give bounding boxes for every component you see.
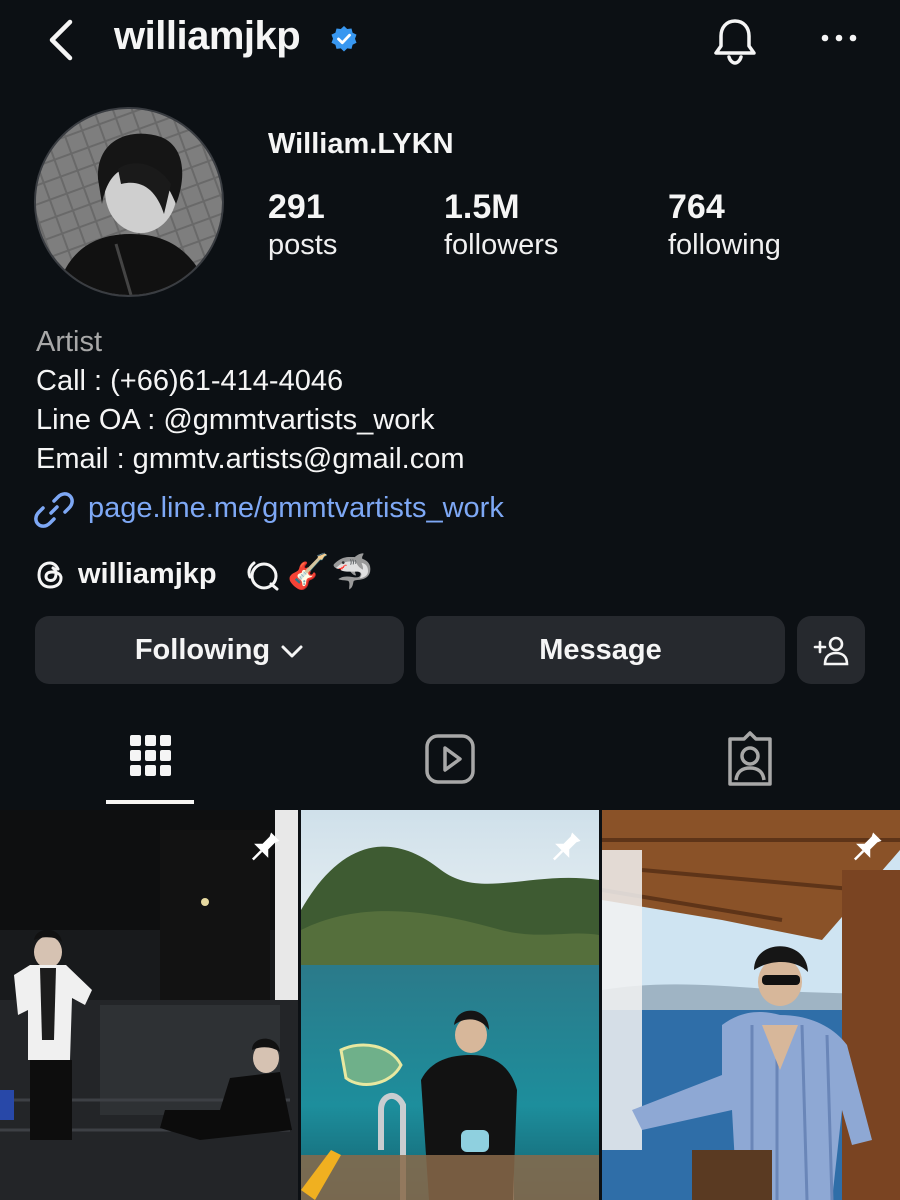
profile-username: williamjkp [114,14,301,58]
following-label: following [668,229,781,261]
active-tab-indicator [106,800,194,804]
avatar-photo [36,109,222,295]
stat-following[interactable]: 764 following [668,188,781,262]
suggest-users-button[interactable] [797,616,865,684]
bio-line: Call : (+66)61-414-4046 [36,365,344,397]
shark-emoji: 🦈 [331,553,374,591]
message-button-label: Message [539,633,662,666]
bio-line: Email : gmmtv.artists@gmail.com [36,443,465,475]
pinned-icon [552,832,581,861]
post-thumbnail[interactable] [0,810,298,1200]
followers-count: 1.5M [444,188,520,226]
chevron-down-icon [281,645,303,658]
threads-badge-icon [247,561,279,591]
message-button[interactable]: Message [416,616,785,684]
back-chevron-icon[interactable] [40,16,84,64]
profile-avatar[interactable] [34,107,224,297]
posts-label: posts [268,229,338,261]
stat-posts[interactable]: 291 posts [268,188,337,262]
bio-category: Artist [36,326,103,358]
following-button[interactable]: Following [35,616,404,684]
verified-badge-icon [331,26,357,52]
link-icon [34,492,74,528]
stat-followers[interactable]: 1.5M followers [444,188,558,262]
bio-link[interactable]: page.line.me/gmmtvartists_work [88,492,504,525]
add-user-icon [813,636,849,666]
pinned-icon [251,832,280,861]
following-button-label: Following [134,633,271,666]
threads-icon[interactable] [34,558,68,592]
posts-count: 291 [268,188,325,226]
following-count: 764 [668,188,725,226]
pinned-icon [853,832,882,861]
post-thumbnail[interactable] [602,810,900,1200]
display-name: William.LYKN [268,128,454,160]
post-image-sea [301,810,599,1200]
guitar-emoji: 🎸 [287,553,330,591]
post-thumbnail[interactable] [301,810,599,1200]
followers-label: followers [444,229,559,261]
bio-line: Line OA : @gmmtvartists_work [36,404,435,436]
post-image-boat [602,810,900,1200]
tab-reels-icon[interactable] [420,730,480,790]
threads-handle[interactable]: williamjkp [78,558,217,591]
tab-tagged-icon[interactable] [720,730,780,790]
post-image-stairwell [0,810,298,1200]
bell-icon[interactable] [708,14,762,68]
more-options-icon[interactable] [815,28,863,48]
tab-posts-grid-icon[interactable] [120,730,180,790]
